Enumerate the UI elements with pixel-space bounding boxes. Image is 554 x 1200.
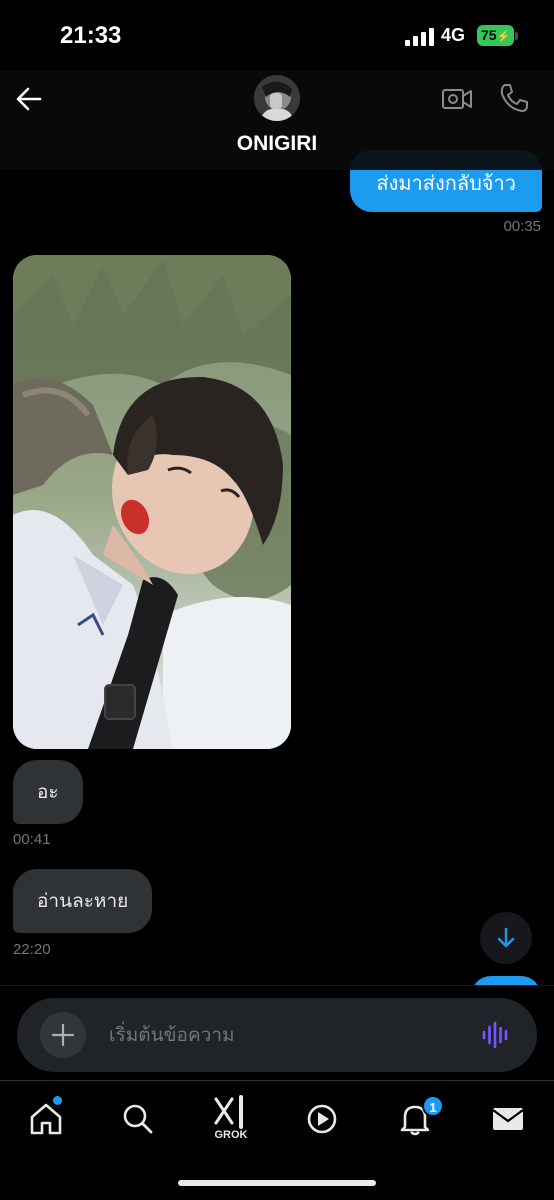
battery-icon: 75⚡: [477, 25, 514, 46]
status-time: 21:33: [60, 22, 122, 49]
back-arrow-icon[interactable]: [14, 84, 44, 114]
message-text: อะ: [37, 781, 59, 803]
message-bubble-incoming[interactable]: อ่านละหาย: [13, 869, 153, 933]
message-text: ส่งมาส่งกลับจ้าว: [376, 171, 516, 195]
message-input[interactable]: [109, 1020, 449, 1050]
notifications-badge: 1: [422, 1095, 444, 1117]
phone-call-icon[interactable]: [498, 82, 530, 114]
contact-avatar[interactable]: [254, 75, 300, 121]
video-icon[interactable]: [302, 1099, 342, 1139]
battery-cap: [515, 32, 518, 40]
home-indicator: [178, 1180, 376, 1186]
message-bubble-incoming[interactable]: อะ: [13, 760, 83, 824]
composer-area: [0, 985, 554, 1080]
message-image[interactable]: [13, 255, 291, 749]
message-text: อ่านละหาย: [37, 890, 129, 912]
message-composer: [17, 998, 537, 1072]
scroll-to-bottom-button[interactable]: [480, 912, 532, 964]
add-attachment-button[interactable]: [40, 1012, 86, 1058]
network-type: 4G: [441, 25, 466, 45]
battery-level: 75: [481, 27, 497, 43]
arrow-down-icon: [497, 927, 515, 948]
home-icon[interactable]: [26, 1099, 66, 1139]
message-timestamp: 00:41: [13, 831, 51, 848]
message-timestamp: 22:20: [13, 941, 51, 958]
conversation-header: ONIGIRI: [0, 70, 554, 170]
voice-message-icon[interactable]: [481, 1020, 511, 1050]
plus-icon: [51, 1023, 75, 1047]
grok-label: GROK: [214, 1129, 248, 1141]
message-timestamp: 00:35: [503, 218, 541, 235]
contact-name[interactable]: ONIGIRI: [0, 132, 554, 156]
status-bar: 21:33 4G 75⚡: [0, 0, 554, 70]
cell-signal-icon: [405, 28, 435, 46]
home-unread-dot: [53, 1096, 62, 1105]
video-call-icon[interactable]: [441, 84, 473, 114]
mail-icon[interactable]: [488, 1099, 528, 1139]
search-icon[interactable]: [118, 1099, 158, 1139]
grok-icon[interactable]: [211, 1093, 251, 1133]
